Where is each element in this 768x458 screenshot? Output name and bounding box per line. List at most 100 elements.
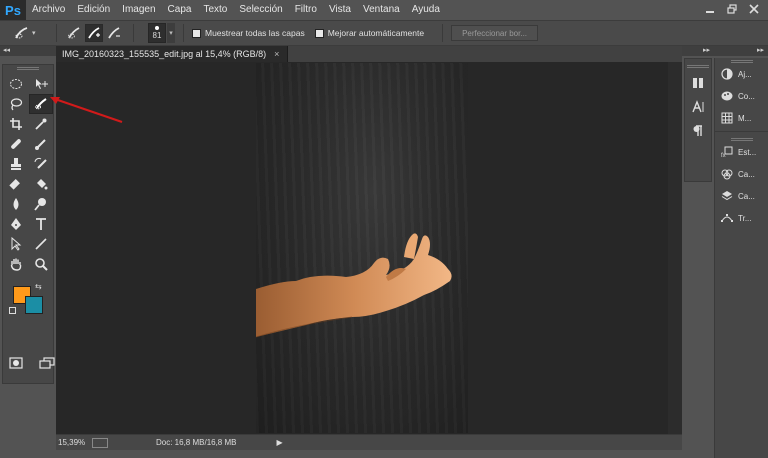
right-narrow-dock: ▸▸: [682, 46, 714, 450]
brush-size-value: 81: [152, 31, 162, 40]
panel-stack: Aj... Co... M... fx Est... Ca... Ca... T…: [714, 58, 768, 458]
move-tool[interactable]: [29, 74, 53, 94]
expand-panel-button[interactable]: ▸▸: [682, 46, 714, 56]
sample-all-layers-label: Muestrear todas las capas: [205, 28, 305, 38]
menu-edicion[interactable]: Edición: [71, 0, 116, 20]
brush-tip-icon: [155, 26, 159, 30]
eyedropper-tool[interactable]: [29, 114, 53, 134]
crop-tool[interactable]: [4, 114, 28, 134]
history-panel-icon[interactable]: [688, 74, 708, 92]
minimize-icon[interactable]: [700, 2, 720, 16]
background-color-swatch[interactable]: [25, 296, 43, 314]
dodge-tool[interactable]: [29, 194, 53, 214]
chevron-down-icon: ▾: [32, 30, 36, 37]
refine-edge-button[interactable]: Perfeccionar bor...: [451, 25, 539, 41]
brush-size-picker[interactable]: 81: [148, 23, 166, 43]
canvas-area[interactable]: [56, 62, 682, 434]
color-swatches: ⇆: [9, 282, 53, 326]
brush-icon: [35, 139, 46, 150]
ellipse-marquee-icon: [10, 79, 22, 89]
expand-panel-button[interactable]: ▸▸: [714, 46, 768, 56]
panel-label: Co...: [738, 91, 755, 101]
brush-tool[interactable]: [29, 134, 53, 154]
blur-drop-icon: [13, 198, 19, 210]
menu-ventana[interactable]: Ventana: [357, 0, 406, 20]
document-image[interactable]: [256, 63, 468, 433]
zoom-magnifier-icon: [35, 258, 48, 271]
eraser-tool[interactable]: [4, 174, 28, 194]
color-panel-tab[interactable]: Co...: [715, 85, 768, 107]
pen-tool[interactable]: [4, 214, 28, 234]
quick-selection-tool[interactable]: [29, 94, 53, 114]
line-icon: [35, 238, 47, 250]
brush-new-icon: [68, 27, 80, 39]
vertical-scrollbar[interactable]: [668, 62, 682, 434]
paragraph-panel-icon[interactable]: [688, 122, 708, 140]
spot-healing-brush-tool[interactable]: [4, 134, 28, 154]
blur-tool[interactable]: [4, 194, 28, 214]
panel-label: Aj...: [738, 69, 752, 79]
status-menu-arrow-icon[interactable]: ▶: [276, 438, 282, 447]
paths-panel-tab[interactable]: Tr...: [715, 207, 768, 229]
zoom-tool[interactable]: [29, 254, 53, 274]
clone-stamp-tool[interactable]: [4, 154, 28, 174]
close-tab-icon[interactable]: ×: [274, 49, 279, 59]
swatches-panel-tab[interactable]: M...: [715, 107, 768, 129]
sample-all-layers-checkbox[interactable]: Muestrear todas las capas: [192, 28, 305, 38]
channels-panel-tab[interactable]: Ca...: [715, 163, 768, 185]
character-panel-icon[interactable]: [688, 98, 708, 116]
adjustments-icon: [720, 67, 734, 81]
new-selection-mode-button[interactable]: [65, 24, 83, 42]
channels-icon: [720, 167, 734, 181]
right-panel-dock: ▸▸ Aj... Co... M... fx Est... Ca... Ca..…: [714, 46, 768, 458]
crop-icon: [10, 118, 22, 130]
menu-filtro[interactable]: Filtro: [289, 0, 323, 20]
checkbox-box[interactable]: [192, 28, 201, 38]
elliptical-marquee-tool[interactable]: [4, 74, 28, 94]
subtract-from-selection-mode-button[interactable]: [105, 24, 123, 42]
default-colors-icon[interactable]: [9, 307, 16, 314]
panel-label: Ca...: [738, 169, 755, 179]
add-to-selection-mode-button[interactable]: [85, 24, 103, 42]
screen-mode-icon[interactable]: [39, 357, 55, 377]
menu-archivo[interactable]: Archivo: [26, 0, 71, 20]
panel-label: Tr...: [738, 213, 752, 223]
quick-mask-icon[interactable]: [9, 357, 23, 377]
menu-texto[interactable]: Texto: [197, 0, 233, 20]
history-brush-tool[interactable]: [29, 154, 53, 174]
styles-panel-tab[interactable]: fx Est...: [715, 141, 768, 163]
dodge-icon: [34, 198, 46, 211]
tool-preset-picker[interactable]: ▾: [14, 23, 48, 43]
collapse-panel-button[interactable]: ◂◂: [0, 46, 56, 56]
hand-tool[interactable]: [4, 254, 28, 274]
document-size: Doc: 16,8 MB/16,8 MB: [156, 438, 237, 447]
layers-panel-tab[interactable]: Ca...: [715, 185, 768, 207]
type-tool[interactable]: [29, 214, 53, 234]
menu-imagen[interactable]: Imagen: [116, 0, 161, 20]
checkbox-box[interactable]: [314, 28, 324, 38]
close-icon[interactable]: [744, 2, 764, 16]
panel-grip[interactable]: [687, 65, 709, 68]
menu-ayuda[interactable]: Ayuda: [406, 0, 446, 20]
swap-colors-icon[interactable]: ⇆: [35, 282, 42, 291]
hand-photo: [256, 233, 452, 338]
zoom-preview-icon[interactable]: [92, 437, 108, 448]
tools-panel-dock: ◂◂ ⇆: [0, 46, 56, 450]
restore-icon[interactable]: [722, 2, 742, 16]
paint-bucket-tool[interactable]: [29, 174, 53, 194]
menu-vista[interactable]: Vista: [323, 0, 357, 20]
auto-enhance-checkbox[interactable]: Mejorar automáticamente: [314, 28, 424, 38]
menu-seleccion[interactable]: Selección: [233, 0, 288, 20]
path-selection-tool[interactable]: [4, 234, 28, 254]
separator: [56, 24, 57, 42]
brush-dropdown-chevron-icon[interactable]: ▾: [167, 23, 175, 43]
lasso-tool[interactable]: [4, 94, 28, 114]
document-tab[interactable]: IMG_20160323_155535_edit.jpg al 15,4% (R…: [56, 46, 289, 62]
narrow-panel-stack: [684, 58, 712, 182]
line-tool[interactable]: [29, 234, 53, 254]
type-t-icon: [36, 218, 46, 230]
menu-capa[interactable]: Capa: [162, 0, 198, 20]
adjustments-panel-tab[interactable]: Aj...: [715, 63, 768, 85]
zoom-level[interactable]: 15,39%: [56, 438, 92, 447]
separator: [133, 24, 134, 42]
